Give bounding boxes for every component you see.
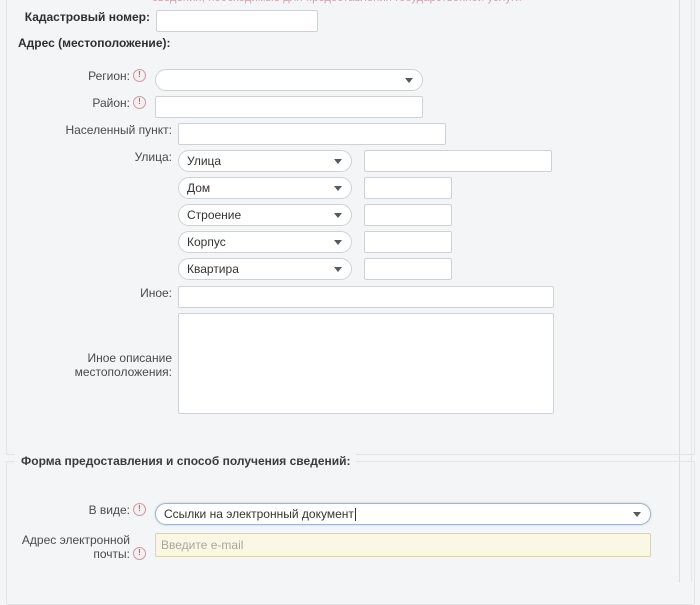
block-row: Корпус bbox=[178, 231, 552, 253]
chevron-down-icon bbox=[334, 159, 342, 164]
house-number-input[interactable] bbox=[364, 177, 452, 199]
flat-type-select[interactable]: Квартира bbox=[178, 258, 352, 280]
other-description-textarea[interactable] bbox=[178, 313, 554, 414]
email-label: Адрес электронной почты: bbox=[22, 533, 130, 561]
form-type-row: В виде: ! Ссылки на электронный документ bbox=[0, 503, 651, 525]
building-type-select[interactable]: Строение bbox=[178, 204, 352, 226]
district-row: Район: ! bbox=[0, 96, 423, 118]
form-type-select[interactable]: Ссылки на электронный документ bbox=[155, 503, 651, 525]
locality-input[interactable] bbox=[178, 123, 446, 145]
cadastral-number-label: Кадастровый номер: bbox=[0, 10, 156, 24]
address-heading-row: Адрес (местоположение): bbox=[18, 36, 170, 50]
chevron-down-icon bbox=[334, 213, 342, 218]
chevron-down-icon bbox=[633, 512, 641, 517]
flat-row: Квартира bbox=[178, 258, 552, 280]
house-row: Дом bbox=[178, 177, 552, 199]
other-description-label: Иное описание местоположения: bbox=[0, 313, 178, 379]
district-label: Район: bbox=[92, 96, 130, 110]
text-cursor bbox=[355, 508, 356, 521]
building-row: Строение bbox=[178, 204, 552, 226]
street-type-value: Улица bbox=[187, 154, 221, 168]
flat-number-input[interactable] bbox=[364, 258, 452, 280]
cadastral-number-input[interactable] bbox=[156, 10, 318, 32]
street-group-row: Улица: Улица Дом Строение bbox=[0, 150, 552, 280]
street-row: Улица bbox=[178, 150, 552, 172]
info-exclamation-icon[interactable]: ! bbox=[133, 69, 146, 82]
building-type-value: Строение bbox=[187, 208, 241, 222]
form-type-value: Ссылки на электронный документ bbox=[164, 507, 354, 521]
cadastral-number-row: Кадастровый номер: bbox=[0, 10, 318, 32]
chevron-down-icon bbox=[334, 267, 342, 272]
street-type-select[interactable]: Улица bbox=[178, 150, 352, 172]
block-type-value: Корпус bbox=[187, 235, 226, 249]
address-heading: Адрес (местоположение): bbox=[18, 36, 170, 50]
chevron-down-icon bbox=[405, 78, 413, 83]
other-row: Иное: bbox=[0, 286, 554, 308]
other-description-row: Иное описание местоположения: bbox=[0, 313, 554, 414]
street-name-input[interactable] bbox=[364, 150, 552, 172]
other-label: Иное: bbox=[0, 286, 178, 300]
region-label: Регион: bbox=[88, 69, 130, 83]
email-input[interactable] bbox=[155, 533, 651, 557]
locality-label: Населенный пункт: bbox=[0, 123, 178, 137]
chevron-down-icon bbox=[334, 186, 342, 191]
info-exclamation-icon[interactable]: ! bbox=[133, 96, 146, 109]
locality-row: Населенный пункт: bbox=[0, 123, 446, 145]
panel-right-border bbox=[679, 0, 680, 582]
house-type-value: Дом bbox=[187, 181, 210, 195]
chevron-down-icon bbox=[334, 240, 342, 245]
street-group-controls: Улица Дом Строение bbox=[178, 150, 552, 280]
house-type-select[interactable]: Дом bbox=[178, 177, 352, 199]
street-group-label: Улица: bbox=[0, 150, 178, 164]
info-exclamation-icon[interactable]: ! bbox=[133, 503, 146, 516]
building-number-input[interactable] bbox=[364, 204, 452, 226]
delivery-legend: Форма предоставления и способ получения … bbox=[15, 454, 356, 468]
flat-type-value: Квартира bbox=[187, 262, 239, 276]
region-select[interactable] bbox=[155, 69, 423, 91]
email-row: Адрес электронной почты: ! bbox=[0, 533, 651, 561]
block-type-select[interactable]: Корпус bbox=[178, 231, 352, 253]
region-row: Регион: ! bbox=[0, 69, 423, 91]
page-right-border bbox=[691, 0, 692, 582]
info-exclamation-icon[interactable]: ! bbox=[133, 547, 146, 560]
block-number-input[interactable] bbox=[364, 231, 452, 253]
district-input[interactable] bbox=[155, 96, 423, 118]
other-input[interactable] bbox=[178, 286, 554, 308]
form-type-label: В виде: bbox=[89, 503, 130, 517]
form-page: сведения, необходимые для предоставления… bbox=[0, 0, 700, 582]
